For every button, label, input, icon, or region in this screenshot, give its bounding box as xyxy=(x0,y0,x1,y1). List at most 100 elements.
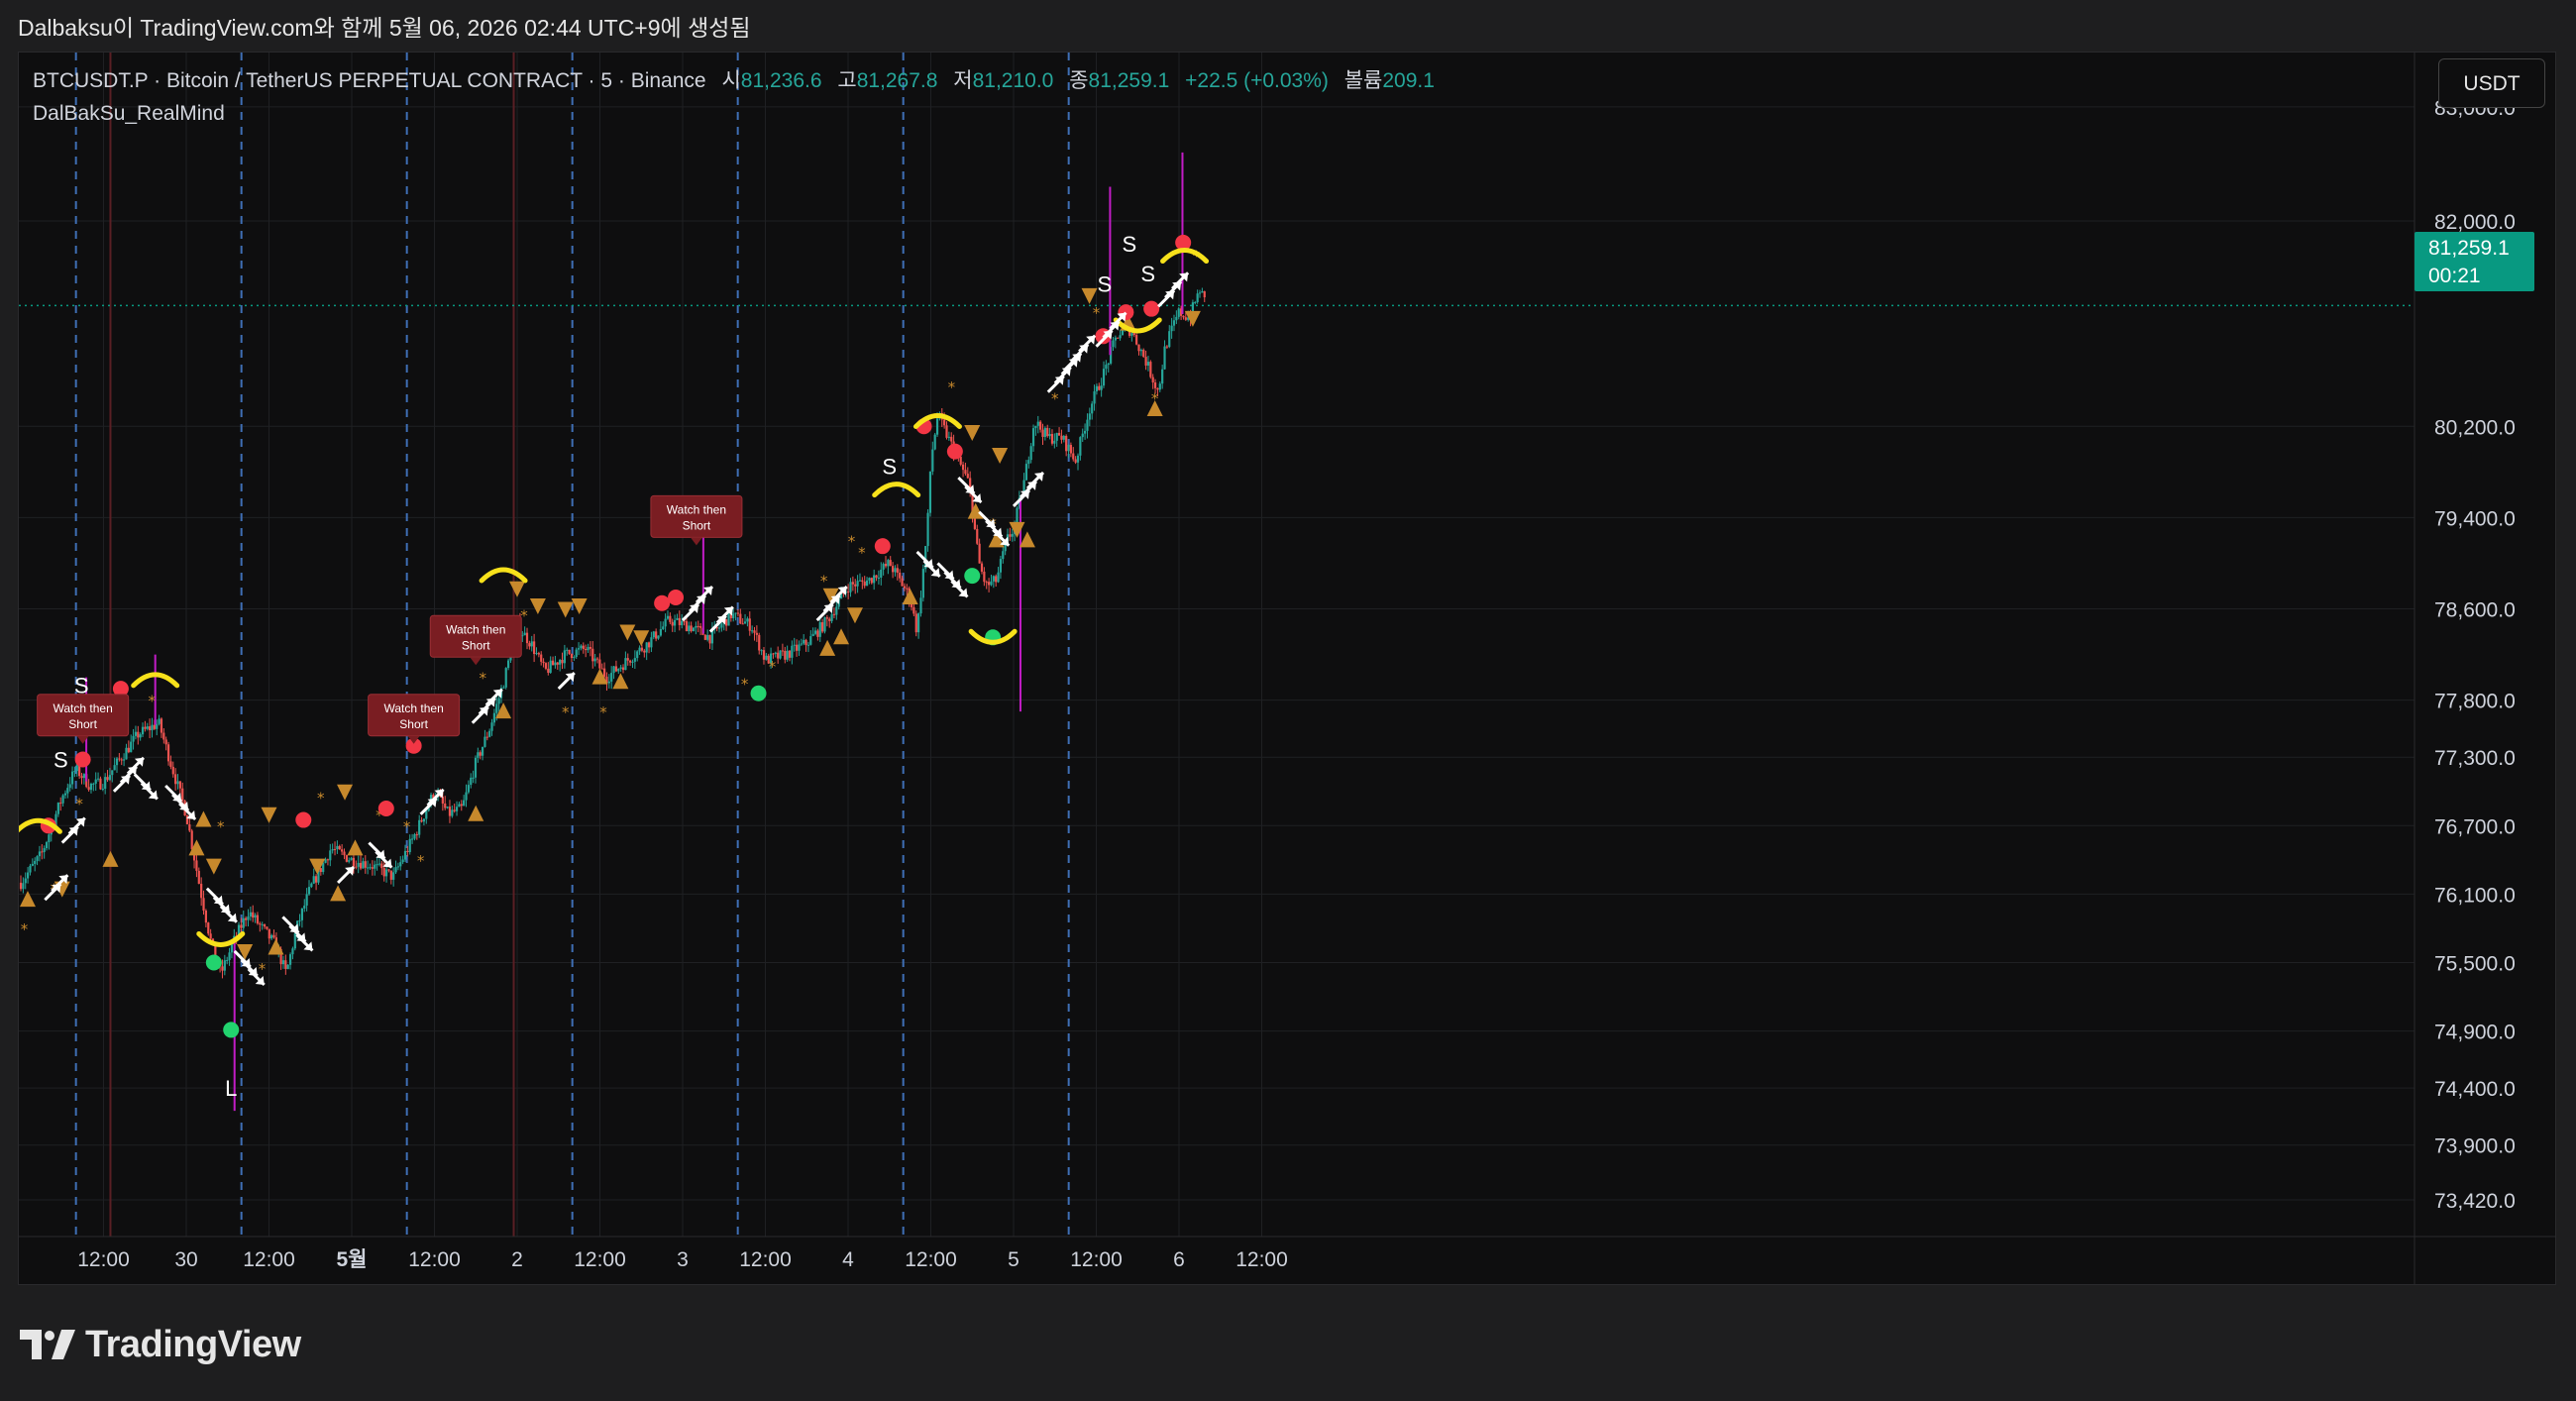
candle-body[interactable] xyxy=(760,650,763,652)
candle-body[interactable] xyxy=(43,848,46,852)
candle-body[interactable] xyxy=(446,807,449,808)
candle-body[interactable] xyxy=(806,644,810,646)
candle-body[interactable] xyxy=(1053,440,1056,444)
candle-body[interactable] xyxy=(621,667,625,671)
candle-body[interactable] xyxy=(673,619,677,626)
candle-body[interactable] xyxy=(835,606,838,615)
candle-body[interactable] xyxy=(247,916,250,920)
candle-body[interactable] xyxy=(688,625,691,632)
candle-body[interactable] xyxy=(181,788,184,802)
candle-body[interactable] xyxy=(734,612,737,614)
candle-body[interactable] xyxy=(784,650,787,660)
candle-body[interactable] xyxy=(828,618,831,621)
candle-body[interactable] xyxy=(821,622,824,632)
candle-body[interactable] xyxy=(671,621,674,626)
candle-body[interactable] xyxy=(1177,308,1180,317)
candle-body[interactable] xyxy=(698,626,702,628)
candle-body[interactable] xyxy=(387,869,390,871)
candle-body[interactable] xyxy=(652,631,655,638)
candle-body[interactable] xyxy=(350,857,353,861)
candle-body[interactable] xyxy=(568,649,571,654)
candle-body[interactable] xyxy=(816,630,819,637)
candle-body[interactable] xyxy=(1034,425,1037,429)
candle-body[interactable] xyxy=(595,658,599,660)
candle-body[interactable] xyxy=(371,867,374,869)
candle-body[interactable] xyxy=(94,779,97,784)
candle-body[interactable] xyxy=(403,850,407,860)
candle-body[interactable] xyxy=(1031,428,1035,447)
candle-body[interactable] xyxy=(928,471,932,513)
candle-body[interactable] xyxy=(873,575,876,584)
candle-body[interactable] xyxy=(1201,291,1204,293)
candle-body[interactable] xyxy=(575,649,578,658)
candle-body[interactable] xyxy=(999,559,1003,573)
candle-body[interactable] xyxy=(542,661,545,664)
candle-body[interactable] xyxy=(1153,381,1157,388)
candle-body[interactable] xyxy=(374,864,376,869)
candle-body[interactable] xyxy=(755,632,758,635)
candle-body[interactable] xyxy=(174,774,177,785)
candle-body[interactable] xyxy=(144,726,147,729)
candle-body[interactable] xyxy=(896,568,899,573)
candle-body[interactable] xyxy=(99,778,102,790)
candle-body[interactable] xyxy=(681,620,684,625)
candle-body[interactable] xyxy=(341,849,344,852)
candle-body[interactable] xyxy=(1130,333,1133,336)
candle-body[interactable] xyxy=(259,923,262,925)
candle-body[interactable] xyxy=(1029,446,1032,461)
candle-body[interactable] xyxy=(1100,385,1103,390)
candle-body[interactable] xyxy=(455,807,459,811)
candle-body[interactable] xyxy=(868,578,871,581)
candle-body[interactable] xyxy=(1088,413,1091,420)
candle-body[interactable] xyxy=(877,578,880,580)
candle-body[interactable] xyxy=(286,964,289,969)
candle-body[interactable] xyxy=(380,863,383,869)
candle-body[interactable] xyxy=(141,726,145,735)
candle-body[interactable] xyxy=(305,894,308,906)
candle-body[interactable] xyxy=(1114,337,1117,341)
candle-body[interactable] xyxy=(444,804,447,808)
candle-body[interactable] xyxy=(1062,436,1065,440)
candle-body[interactable] xyxy=(882,564,885,570)
candle-body[interactable] xyxy=(537,653,540,655)
candle-body[interactable] xyxy=(166,744,170,762)
candle-body[interactable] xyxy=(252,912,255,918)
candle-body[interactable] xyxy=(1198,292,1202,294)
candle-body[interactable] xyxy=(188,823,191,831)
candle-body[interactable] xyxy=(901,578,904,587)
candle-body[interactable] xyxy=(104,777,107,790)
candle-body[interactable] xyxy=(169,761,172,767)
candle-body[interactable] xyxy=(401,859,404,863)
candle-body[interactable] xyxy=(678,617,681,625)
candle-body[interactable] xyxy=(779,650,782,659)
candle-body[interactable] xyxy=(80,776,83,779)
candle-body[interactable] xyxy=(1039,421,1042,430)
candle-body[interactable] xyxy=(1161,369,1164,384)
candle-body[interactable] xyxy=(739,613,742,624)
candle-body[interactable] xyxy=(362,861,365,869)
candle-body[interactable] xyxy=(485,736,488,738)
candle-body[interactable] xyxy=(528,643,531,647)
candle-body[interactable] xyxy=(89,783,93,791)
candle-body[interactable] xyxy=(697,625,699,627)
candle-body[interactable] xyxy=(964,470,967,475)
candle-body[interactable] xyxy=(451,809,454,816)
candle-body[interactable] xyxy=(875,575,878,579)
candle-body[interactable] xyxy=(352,857,356,867)
candle-body[interactable] xyxy=(472,777,475,779)
candle-body[interactable] xyxy=(636,651,639,659)
candle-body[interactable] xyxy=(171,766,174,775)
candle-body[interactable] xyxy=(809,636,812,645)
candle-body[interactable] xyxy=(266,926,268,929)
candle-body[interactable] xyxy=(748,618,751,631)
candle-body[interactable] xyxy=(406,850,409,853)
candle-body[interactable] xyxy=(291,948,294,955)
candle-body[interactable] xyxy=(899,572,902,579)
candle-body[interactable] xyxy=(483,736,486,747)
candle-body[interactable] xyxy=(29,865,32,873)
candle-body[interactable] xyxy=(559,659,562,665)
candle-body[interactable] xyxy=(115,758,119,766)
candle-body[interactable] xyxy=(894,568,897,573)
candle-body[interactable] xyxy=(535,653,538,655)
candle-body[interactable] xyxy=(324,859,327,863)
